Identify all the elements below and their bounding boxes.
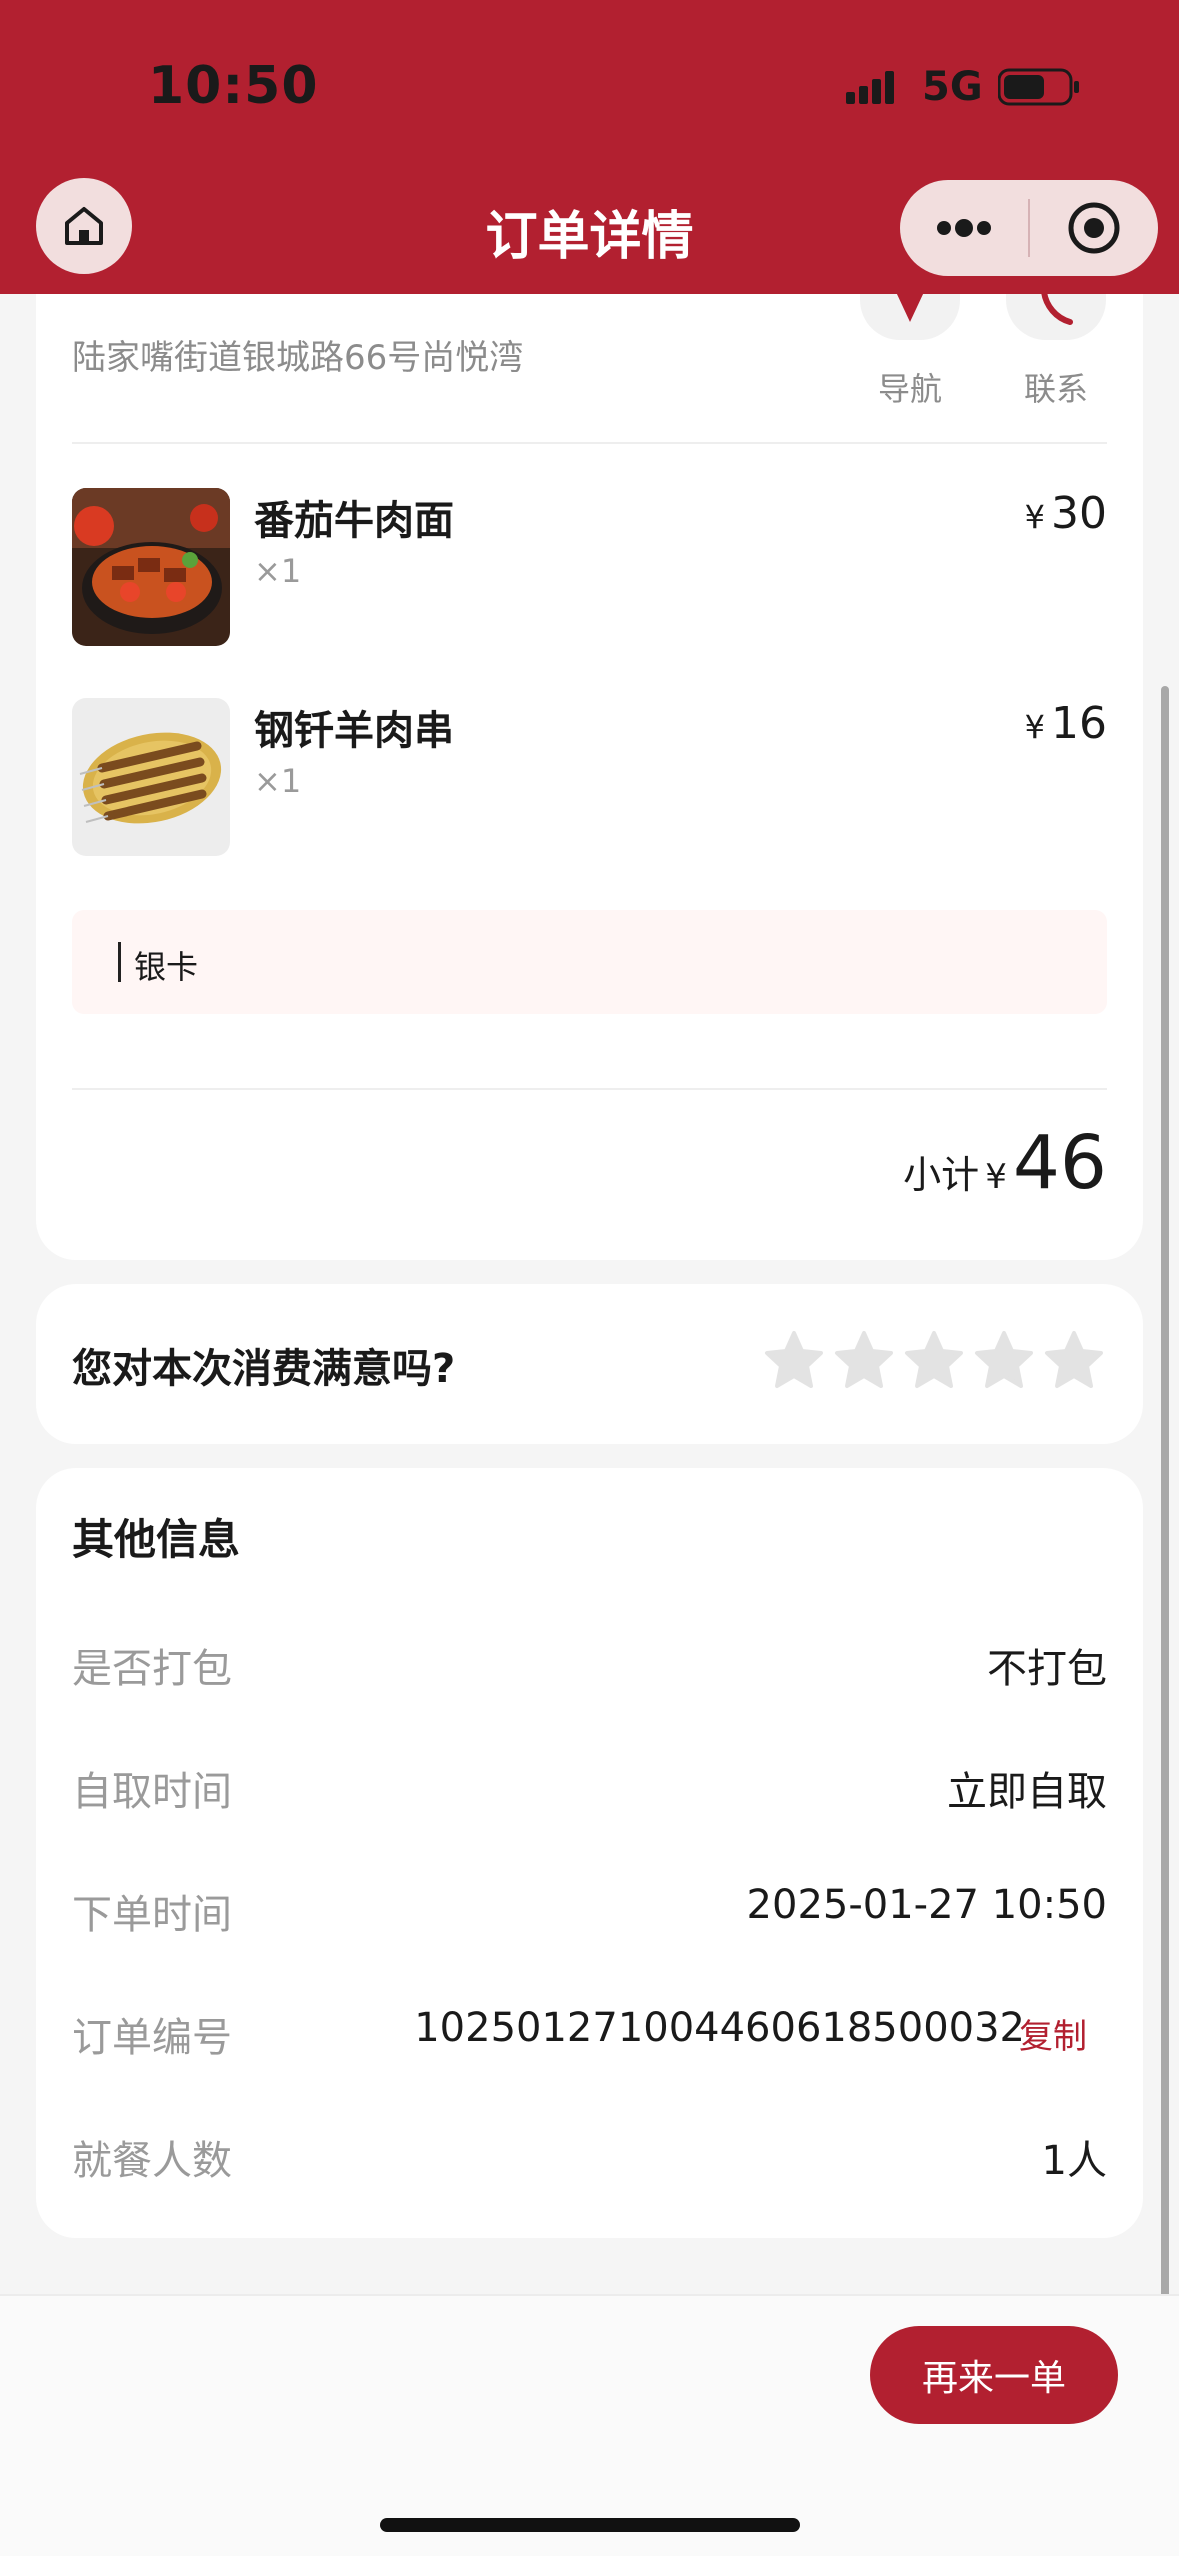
battery-icon xyxy=(998,68,1079,106)
navigate-button[interactable]: 导航 xyxy=(860,290,960,410)
item-price: ¥30 xyxy=(1025,488,1107,539)
price-amount: 16 xyxy=(1051,698,1107,749)
divider xyxy=(72,442,1107,444)
info-row-diners: 就餐人数 1人 xyxy=(72,2128,1107,2188)
info-label: 订单编号 xyxy=(72,2015,232,2061)
miniprogram-capsule xyxy=(900,180,1158,276)
info-value: 1人 xyxy=(1041,2138,1107,2184)
signal-icon xyxy=(846,71,894,104)
more-icon xyxy=(937,219,991,237)
item-price: ¥16 xyxy=(1025,698,1107,749)
subtotal-amount: 46 xyxy=(1012,1120,1107,1206)
star-icon[interactable] xyxy=(1044,1330,1104,1390)
reorder-button[interactable]: 再来一单 xyxy=(870,2326,1118,2424)
currency-symbol: ¥ xyxy=(1024,498,1045,536)
order-card: 陆家嘴街道银城路66号尚悦湾 导航 联系 番茄牛肉面 ×1 ¥ 30 钢钎羊肉串… xyxy=(36,210,1143,1260)
info-label: 自取时间 xyxy=(72,1769,232,1815)
info-row-pickup-time: 自取时间 立即自取 xyxy=(72,1759,1107,1819)
other-info-title: 其他信息 xyxy=(72,1515,241,1564)
copy-order-number-button[interactable]: 复制 xyxy=(1019,2009,1087,2058)
currency-symbol: ¥ xyxy=(1024,708,1045,746)
item-name: 钢钎羊肉串 xyxy=(254,708,454,754)
navigate-label: 导航 xyxy=(877,370,942,408)
location-pin-icon xyxy=(896,292,924,322)
dish-image-lamb-skewers xyxy=(72,698,230,856)
bottom-action-bar: 再来一单 xyxy=(0,2294,1179,2556)
dish-image-tomato-beef-noodle xyxy=(72,488,230,646)
phone-icon xyxy=(1041,292,1073,325)
info-label: 下单时间 xyxy=(72,1892,232,1938)
star-icon[interactable] xyxy=(834,1330,894,1390)
contact-label: 联系 xyxy=(1023,370,1088,408)
scrollbar[interactable] xyxy=(1161,686,1169,2400)
info-row-order-time: 下单时间 2025-01-27 10:50 xyxy=(72,1882,1107,1942)
order-number: 10250127100446061850003​2 xyxy=(414,2005,1025,2051)
target-icon xyxy=(1068,202,1120,254)
star-rating xyxy=(764,1330,1104,1390)
star-icon[interactable] xyxy=(974,1330,1034,1390)
rating-card: 您对本次消费满意吗? xyxy=(36,1284,1143,1444)
info-row-order-number: 订单编号 10250127100446061850003​2 复制 xyxy=(72,2005,1107,2065)
divider xyxy=(72,1088,1107,1090)
network-label: 5G xyxy=(922,64,983,110)
star-icon[interactable] xyxy=(764,1330,824,1390)
currency-symbol: ¥ xyxy=(985,1157,1007,1197)
header-bar: 10:50 5G 订单详情 xyxy=(0,0,1179,294)
order-note: 银卡 xyxy=(72,910,1107,1014)
order-item: 钢钎羊肉串 ×1 ¥16 xyxy=(72,698,1107,856)
info-value: 不打包 xyxy=(987,1646,1107,1692)
note-cursor-bar xyxy=(118,942,121,982)
info-value: 立即自取 xyxy=(947,1769,1107,1815)
subtotal: 小计 ¥ 46 xyxy=(903,1120,1107,1206)
order-item: 番茄牛肉面 ×1 ¥30 xyxy=(72,488,1107,646)
price-amount: 30 xyxy=(1051,488,1107,539)
info-label: 是否打包 xyxy=(72,1646,232,1692)
item-quantity: ×1 xyxy=(254,762,302,800)
info-row-packaging: 是否打包 不打包 xyxy=(72,1636,1107,1696)
info-label: 就餐人数 xyxy=(72,2138,232,2184)
note-text: 银卡 xyxy=(134,948,199,986)
home-indicator xyxy=(380,2518,800,2532)
more-button[interactable] xyxy=(900,180,1028,276)
other-info-card: 其他信息 是否打包 不打包 自取时间 立即自取 下单时间 2025-01-27 … xyxy=(36,1468,1143,2238)
close-miniprogram-button[interactable] xyxy=(1030,180,1158,276)
contact-button[interactable]: 联系 xyxy=(1006,290,1106,410)
rating-question: 您对本次消费满意吗? xyxy=(72,1346,456,1392)
subtotal-label: 小计 xyxy=(903,1153,980,1197)
item-name: 番茄牛肉面 xyxy=(254,498,454,544)
star-icon[interactable] xyxy=(904,1330,964,1390)
info-value: 2025-01-27 10:50 xyxy=(746,1882,1107,1928)
store-address: 陆家嘴街道银城路66号尚悦湾 xyxy=(72,338,524,378)
status-time: 10:50 xyxy=(148,56,319,116)
item-quantity: ×1 xyxy=(254,552,302,590)
